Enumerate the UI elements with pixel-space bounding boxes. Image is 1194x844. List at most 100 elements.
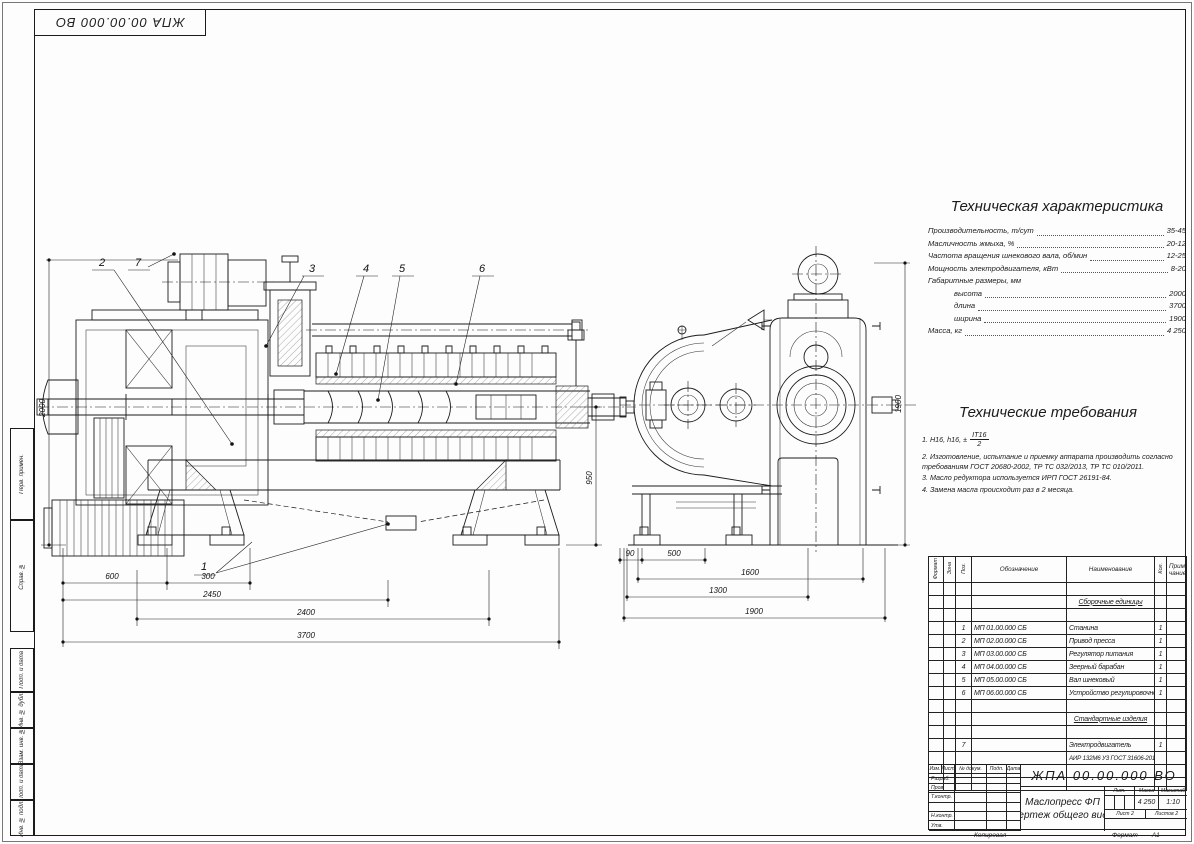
- dim-300: 300: [201, 572, 215, 581]
- spec-col-zone: Зона: [944, 557, 956, 583]
- spec-col-designation: Обозначение: [972, 557, 1067, 583]
- rev-col-list: Лист: [942, 765, 955, 774]
- balloon-5: 5: [399, 263, 406, 275]
- margin-box-podp-data-2: Подп. и дата: [10, 764, 34, 800]
- tech-reqs-title: Технические требования: [922, 404, 1174, 421]
- spec-header-row: Формат Зона Поз. Обозначение Наименовани…: [929, 557, 1187, 583]
- spec-col-qty: Кол.: [1155, 557, 1167, 583]
- press-body: [712, 254, 898, 545]
- scale-value: 1:10: [1159, 796, 1187, 810]
- role-tkontr: Т.контр.: [929, 793, 955, 802]
- copied-label: Копировал: [974, 832, 1006, 839]
- tech-char-row: Мощность электродвигателя, кВт8-20: [928, 263, 1186, 276]
- margin-box-podp-data-1: Подп. и дата: [10, 648, 34, 692]
- balloon-4: 4: [363, 263, 369, 275]
- spec-col-pos: Поз.: [956, 557, 972, 583]
- spec-row: 5МП 05.00.000 СБВал шнековый1: [929, 674, 1187, 687]
- tech-chars-title: Техническая характеристика: [928, 198, 1186, 215]
- tech-char-row: Габаритные размеры, мм: [928, 275, 1186, 288]
- dim-1600: 1600: [741, 568, 759, 577]
- views-canvas: 600 300 2450 2400 3700 2000 950 90 500 1…: [36, 150, 926, 670]
- tech-char-row: Масличность жмыха, %20-12: [928, 238, 1186, 251]
- spec-col-name: Наименование: [1067, 557, 1155, 583]
- dim-1300: 1300: [709, 586, 727, 595]
- support-legs: [138, 490, 559, 545]
- technical-requirements: Технические требования 1. H16, h16, ± IT…: [922, 404, 1174, 496]
- tolerance-fraction: IT16 2: [970, 431, 988, 448]
- dim-2400: 2400: [296, 608, 315, 617]
- lower-drive: [44, 500, 184, 556]
- mass-label: Масса: [1135, 787, 1159, 796]
- left-view-side-section: [37, 254, 636, 556]
- spec-rows: Сборочные единицы 1МП 01.00.000 СБСтанина…: [929, 583, 1187, 791]
- margin-box-inv-podl: Инв. № подл.: [10, 800, 34, 836]
- spec-row: [929, 700, 1187, 713]
- role-razrab: Разраб.: [929, 774, 955, 783]
- bottom-margin-strip: Копировал ФорматA1: [34, 831, 1186, 843]
- spec-col-format: Формат: [929, 557, 944, 583]
- role-utv: Утв.: [929, 821, 955, 831]
- spec-row: Сборочные единицы: [929, 596, 1187, 609]
- dimensions-left-view: 600 300 2450 2400 3700 2000 950: [38, 258, 602, 649]
- dim-500: 500: [667, 549, 681, 558]
- spec-row: 3МП 03.00.000 СБРегулятор питания1: [929, 648, 1187, 661]
- corner-stamp-text: ЖПА 00.00.000 ВО: [55, 15, 185, 30]
- drawing-title-line1: Маслопресс ФП: [1025, 796, 1100, 809]
- drawing-title-line2: Чертеж общего вида: [1021, 809, 1105, 822]
- dim-2450: 2450: [202, 590, 221, 599]
- format-value: A1: [1152, 832, 1160, 839]
- margin-box-sprav-no: Справ. №: [10, 520, 34, 632]
- spec-row: 6МП 06.00.000 СБУстройство регулировочно…: [929, 687, 1187, 700]
- margin-box-perv-primen: Перв. примен.: [10, 428, 34, 520]
- spec-row: [929, 609, 1187, 622]
- role-nkontr: Н.контр.: [929, 812, 955, 821]
- spec-row: 4МП 04.00.000 СБЗеерный барабан1: [929, 661, 1187, 674]
- role-empty: [929, 803, 955, 812]
- org-cell: [1105, 819, 1187, 831]
- spec-row: АИР 132М6 У3 ГОСТ 31606-2012: [929, 752, 1187, 765]
- tech-char-row: Частота вращения шнекового вала, об/мин1…: [928, 250, 1186, 263]
- spec-col-note: Приме- чание: [1167, 557, 1187, 583]
- tech-req-3: 3. Масло редуктора используется ИРП ГОСТ…: [922, 473, 1174, 483]
- dim-3700: 3700: [297, 631, 315, 640]
- dim-1900: 1900: [745, 607, 763, 616]
- tech-chars-rows: Производительность, т/сут35-45Масличност…: [928, 225, 1186, 338]
- mass-value: 4 250: [1135, 796, 1159, 810]
- margin-box-vzam-inv: Взам. инв. №: [10, 728, 34, 764]
- balloon-3: 3: [309, 263, 316, 275]
- spec-row: 2МП 02.00.000 СБПривод пресса1: [929, 635, 1187, 648]
- tech-char-row: высота2000: [928, 288, 1186, 301]
- doc-number: ЖПА 00.00.000 ВО: [1021, 765, 1187, 787]
- dim-950: 950: [585, 471, 594, 485]
- spec-row: 7Электродвигатель1: [929, 739, 1187, 752]
- dim-2000: 2000: [38, 399, 47, 418]
- dim-v1900: 1900: [894, 395, 903, 413]
- dim-600: 600: [105, 572, 119, 581]
- lit-label: Лит.: [1105, 787, 1135, 796]
- tech-req-1: 1. H16, h16, ± IT16 2: [922, 431, 1174, 448]
- drawing-title: Маслопресс ФП Чертеж общего вида: [1021, 787, 1105, 831]
- scale-label: Масштаб: [1159, 787, 1187, 796]
- technical-characteristics: Техническая характеристика Производитель…: [928, 198, 1186, 338]
- tech-char-row: ширина1900: [928, 313, 1186, 326]
- tech-req-4: 4. Замена масла происходит раз в 2 месяц…: [922, 485, 1174, 495]
- spec-row: [929, 583, 1187, 596]
- right-view-end: [620, 246, 916, 552]
- format-label: ФорматA1: [1112, 832, 1160, 839]
- rev-col-data: Дата: [1007, 765, 1021, 774]
- spec-table: Формат Зона Поз. Обозначение Наименовани…: [928, 556, 1187, 791]
- dim-90: 90: [626, 549, 635, 558]
- rev-col-izm: Изм.: [929, 765, 942, 774]
- spec-row: 1МП 01.00.000 СБСтанина1: [929, 622, 1187, 635]
- rev-col-podp: Подп.: [987, 765, 1007, 774]
- balloon-6: 6: [479, 263, 486, 275]
- tech-char-row: длина3700: [928, 300, 1186, 313]
- spec-row: [929, 726, 1187, 739]
- title-block: Изм. Лист № докум. Подп. Дата Разраб. Пр…: [928, 764, 1186, 830]
- balloon-7: 7: [135, 257, 142, 269]
- role-prov: Пров.: [929, 784, 955, 793]
- spec-row: Стандартные изделия: [929, 713, 1187, 726]
- tech-char-row: Производительность, т/сут35-45: [928, 225, 1186, 238]
- tech-req-2: 2. Изготовление, испытание и приемку апп…: [922, 452, 1174, 471]
- rev-col-dokum: № докум.: [955, 765, 987, 774]
